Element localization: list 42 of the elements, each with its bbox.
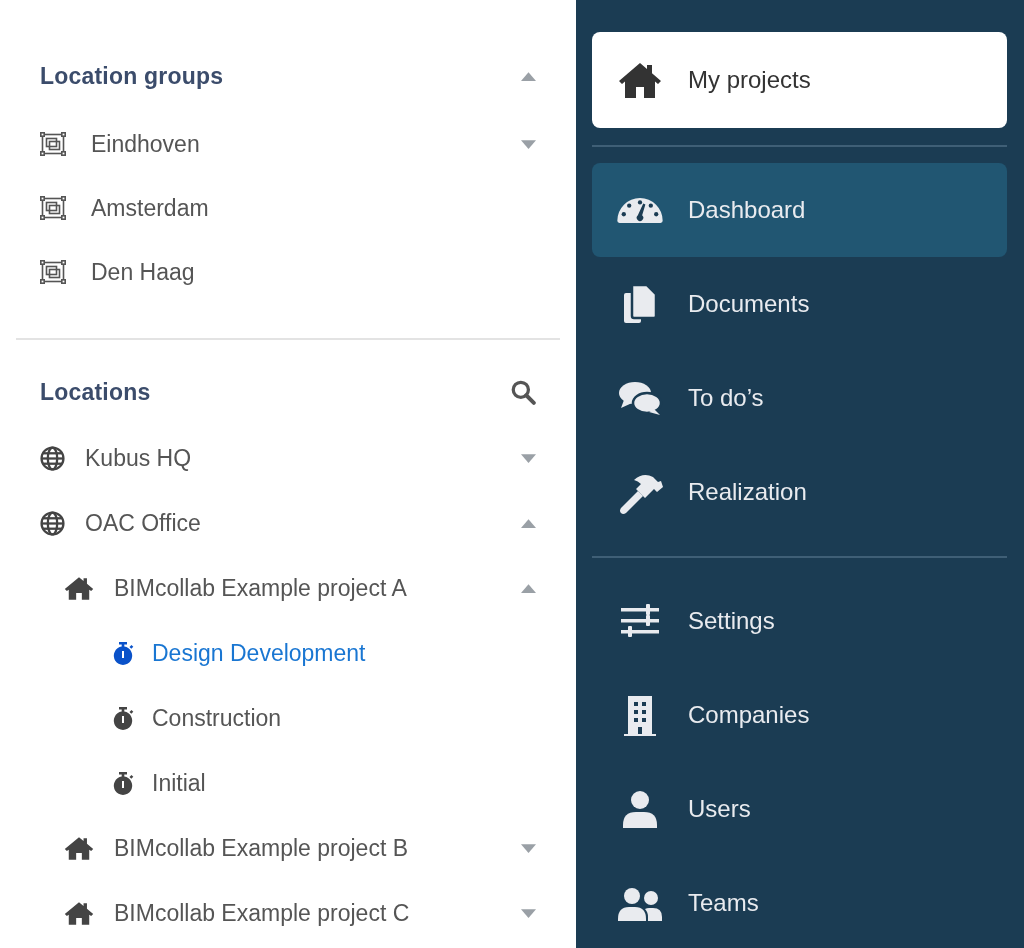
location-tree-item[interactable]: Construction: [16, 686, 560, 751]
frame-group-icon: [40, 196, 66, 220]
location-tree-item[interactable]: BIMcollab Example project A: [16, 556, 560, 621]
frame-group-icon: [40, 132, 66, 156]
nav-item[interactable]: To do’s: [592, 351, 1007, 445]
caret-down-icon[interactable]: [521, 844, 536, 853]
stopwatch-icon: [112, 706, 134, 731]
location-group-item[interactable]: Den Haag: [16, 240, 560, 304]
stopwatch-icon: [112, 641, 134, 666]
nav-item[interactable]: Teams: [592, 856, 1007, 948]
nav-item[interactable]: Companies: [592, 668, 1007, 762]
house-icon: [64, 901, 94, 926]
location-tree-item[interactable]: Kubus HQ: [16, 426, 560, 491]
caret-down-icon[interactable]: [521, 909, 536, 918]
my-projects-button[interactable]: My projects: [592, 32, 1007, 128]
location-tree-item[interactable]: BIMcollab Example project C: [16, 881, 560, 946]
caret-down-icon[interactable]: [521, 454, 536, 463]
search-icon[interactable]: [510, 379, 536, 405]
location-tree-item[interactable]: Design Development: [16, 621, 560, 686]
caret-up-icon[interactable]: [521, 71, 536, 81]
nav-item[interactable]: Documents: [592, 257, 1007, 351]
globe-icon: [40, 511, 65, 536]
house-icon: [64, 836, 94, 861]
location-tree-item[interactable]: OAC Office: [16, 491, 560, 556]
location-group-item[interactable]: Eindhoven: [16, 112, 560, 176]
caret-up-icon[interactable]: [521, 519, 536, 528]
section-title: Location groups: [40, 62, 224, 90]
caret-up-icon[interactable]: [521, 584, 536, 593]
location-tree-item[interactable]: Initial: [16, 751, 560, 816]
house-icon: [64, 576, 94, 601]
nav-item[interactable]: Dashboard: [592, 163, 1007, 257]
nav-item[interactable]: Realization: [592, 445, 1007, 539]
caret-down-icon[interactable]: [521, 139, 536, 149]
stopwatch-icon: [112, 771, 134, 796]
nav-item[interactable]: Users: [592, 762, 1007, 856]
nav-item[interactable]: Settings: [592, 574, 1007, 668]
frame-group-icon: [40, 260, 66, 284]
dashboard-gauge-icon: [616, 196, 664, 224]
location-group-item[interactable]: Amsterdam: [16, 176, 560, 240]
globe-icon: [40, 446, 65, 471]
section-title: Locations: [40, 378, 151, 406]
location-tree-item[interactable]: BIMcollab Example project B: [16, 816, 560, 881]
